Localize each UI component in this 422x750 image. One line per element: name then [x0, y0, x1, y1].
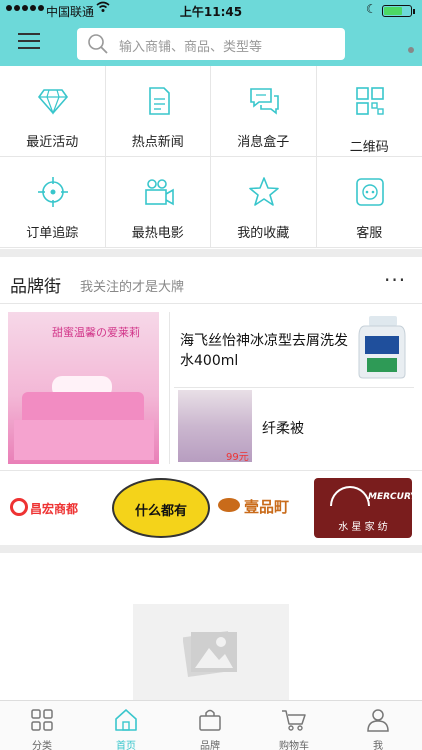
grid-item-customer-service[interactable]: 客服	[316, 157, 422, 248]
bag-icon	[199, 709, 221, 731]
cart-icon	[282, 710, 306, 731]
price-tag: 99元	[226, 452, 249, 463]
grid-item-label: 订单追踪	[26, 226, 79, 241]
tab-label: 品牌	[200, 741, 220, 750]
tab-brand[interactable]: 品牌	[168, 701, 252, 750]
grid-item-label: 消息盒子	[237, 135, 290, 150]
search-input[interactable]: 输入商铺、商品、类型等	[119, 36, 262, 55]
tab-me[interactable]: 我	[336, 701, 420, 750]
promo-banner-bedding[interactable]: 甜蜜温馨の爱莱莉	[8, 312, 159, 464]
tab-cart[interactable]: 购物车	[252, 701, 336, 750]
grid-item-recent-activity[interactable]: 最近活动	[0, 66, 106, 157]
brand-name: 昌宏商都	[30, 502, 79, 516]
menu-button[interactable]	[18, 33, 42, 51]
socket-icon	[355, 178, 384, 206]
image-placeholder-icon	[183, 630, 237, 678]
image-placeholder	[133, 604, 289, 700]
tab-label: 购物车	[279, 741, 309, 750]
grid-item-label: 热点新闻	[131, 135, 184, 150]
promo-image	[14, 420, 154, 460]
grid-item-label: 最热电影	[131, 226, 184, 241]
clock: 上午11:45	[179, 5, 243, 19]
section-subtitle: 我关注的才是大牌	[80, 280, 185, 295]
product-title[interactable]: 海飞丝怡神冰凉型去屑洗发水400ml	[180, 331, 350, 371]
tab-label: 首页	[116, 741, 136, 750]
divider	[169, 312, 170, 464]
search-bar[interactable]: 输入商铺、商品、类型等	[77, 28, 345, 60]
brand-name-en: MERCURY	[368, 492, 417, 502]
header-indicator	[408, 47, 414, 53]
grid-item-label: 最近活动	[26, 135, 79, 150]
grid-item-label: 客服	[356, 226, 383, 241]
brand-logo-shenmeduyou[interactable]: 什么都有	[112, 478, 210, 538]
feature-grid: 最近活动 热点新闻 消息盒子 二维码 订单追踪 最热电影 我的收藏 客服	[0, 66, 422, 248]
grid-item-label: 我的收藏	[237, 226, 290, 241]
tab-home[interactable]: 首页	[84, 701, 168, 750]
promo-title: 甜蜜温馨の爱莱莉	[52, 326, 140, 339]
brand-logo-mercury[interactable]: MERCURY 水 星 家 纺	[314, 478, 417, 538]
divider	[0, 470, 422, 471]
grid-item-hot-movies[interactable]: 最热电影	[105, 157, 211, 248]
grid-icon	[31, 709, 53, 731]
section-divider	[0, 249, 422, 257]
tab-label: 分类	[32, 741, 52, 750]
target-icon	[38, 177, 68, 207]
brand-mark-icon	[218, 498, 240, 512]
grid-item-order-tracking[interactable]: 订单追踪	[0, 157, 106, 248]
grid-item-label: 二维码	[349, 140, 389, 155]
app-header: 中国联通 上午11:45 ☾ 输入商铺、商品、类型等	[0, 0, 422, 66]
more-icon[interactable]: ···	[384, 268, 406, 292]
search-icon	[88, 34, 108, 54]
grid-item-hot-news[interactable]: 热点新闻	[105, 66, 211, 157]
moon-icon: ☾	[366, 2, 377, 16]
brand-name: 水 星 家 纺	[338, 522, 388, 533]
divider	[0, 303, 422, 304]
brand-logo-changhong[interactable]: 昌宏商都	[8, 478, 104, 538]
user-icon	[367, 709, 389, 732]
status-bar: 中国联通 上午11:45 ☾	[0, 0, 422, 22]
brand-name: 壹品町	[244, 498, 290, 516]
mercury-logo-icon	[330, 486, 370, 506]
shampoo-bottle-image[interactable]	[355, 314, 409, 380]
diamond-icon	[37, 89, 69, 115]
qr-code-icon	[355, 87, 384, 115]
document-icon	[148, 87, 170, 115]
divider	[174, 387, 414, 388]
quilt-image[interactable]: 99元	[178, 390, 252, 463]
home-icon	[115, 709, 137, 731]
chat-icon	[250, 88, 279, 115]
grid-item-favorites[interactable]: 我的收藏	[211, 157, 317, 248]
grid-item-qr-code[interactable]: 二维码	[316, 66, 422, 157]
q-logo-icon	[10, 498, 28, 516]
battery-icon	[382, 5, 415, 17]
tab-bar: 分类 首页 品牌 购物车 我	[0, 700, 422, 750]
tab-label: 我	[373, 741, 383, 750]
brand-name: 什么都有	[134, 504, 187, 519]
star-icon	[249, 177, 279, 206]
section-divider	[0, 545, 422, 553]
section-title: 品牌街	[10, 277, 61, 297]
tab-category[interactable]: 分类	[0, 701, 84, 750]
brand-logo-yipinting[interactable]: 壹品町	[216, 478, 310, 538]
video-camera-icon	[144, 179, 174, 206]
product-title[interactable]: 纤柔被	[262, 418, 304, 438]
grid-item-message-box[interactable]: 消息盒子	[211, 66, 317, 157]
